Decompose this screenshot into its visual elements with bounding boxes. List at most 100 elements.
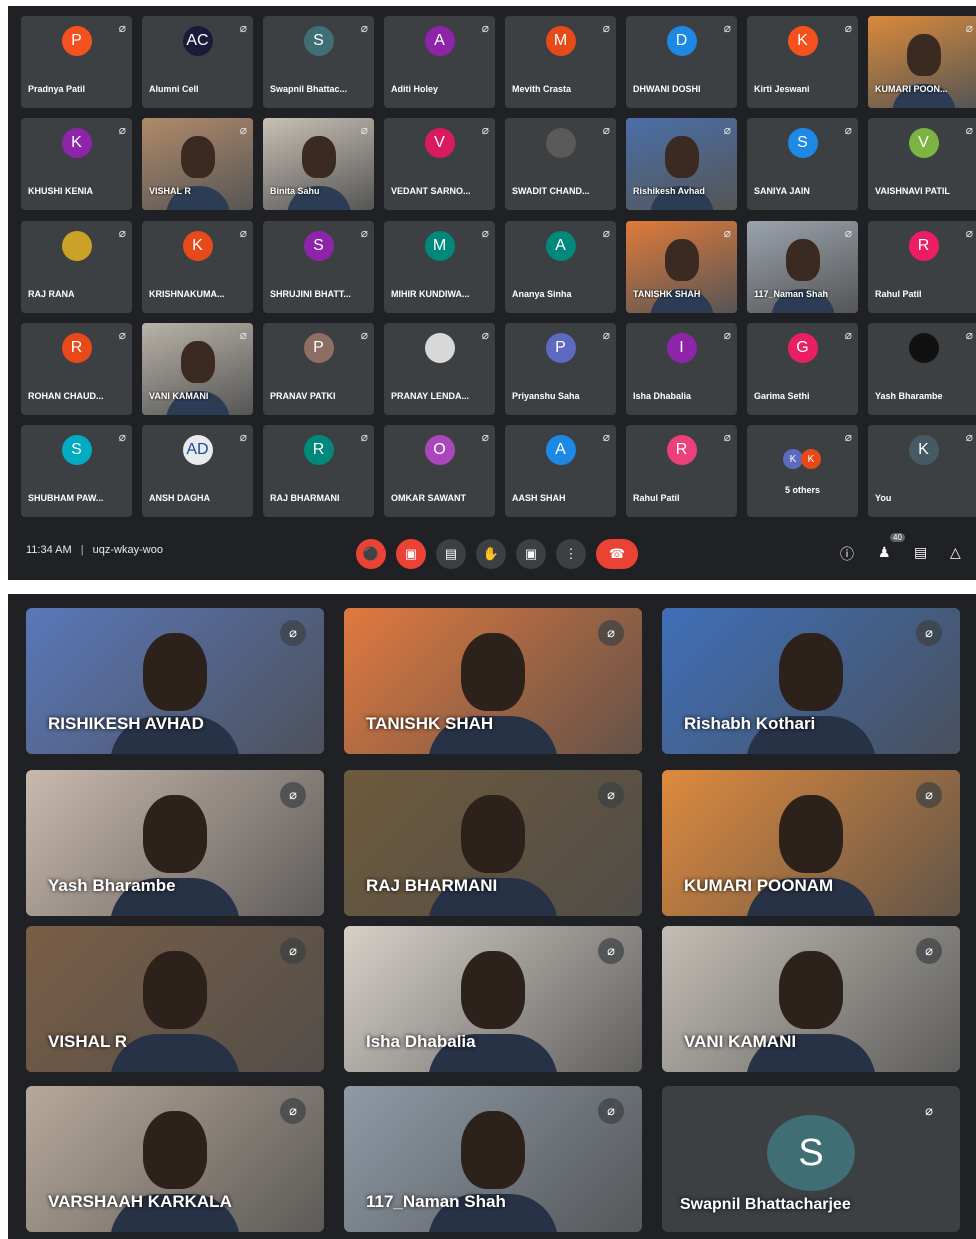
- participant-tile[interactable]: K ⌀ KRISHNAKUMA...: [142, 221, 253, 313]
- present-button[interactable]: ▣: [516, 539, 546, 569]
- participant-name: Isha Dhabalia: [366, 1032, 476, 1051]
- participant-tile[interactable]: S ⌀ Swapnil Bhattac...: [263, 16, 374, 108]
- participant-name: 117_Naman Shah: [754, 289, 829, 299]
- person-head: [143, 633, 207, 712]
- participant-tile[interactable]: R ⌀ RAJ BHARMANI: [263, 425, 374, 517]
- participant-tile[interactable]: ⌀ VISHAL R: [142, 118, 253, 210]
- present-icon: ▣: [524, 546, 538, 561]
- participant-tile[interactable]: A ⌀ Ananya Sinha: [505, 221, 616, 313]
- participant-avatar: R: [303, 434, 334, 465]
- participant-tile[interactable]: R ⌀ ROHAN CHAUD...: [21, 323, 132, 415]
- participant-video-tile[interactable]: ⌀ VANI KAMANI: [662, 926, 960, 1072]
- participant-tile[interactable]: S ⌀ SANIYA JAIN: [747, 118, 858, 210]
- participant-tile[interactable]: V ⌀ VEDANT SARNO...: [384, 118, 495, 210]
- participant-avatar: [908, 332, 939, 363]
- participant-tile[interactable]: ⌀ Rishikesh Avhad: [626, 118, 737, 210]
- participant-video-tile[interactable]: ⌀ Isha Dhabalia: [344, 926, 642, 1072]
- participant-tile[interactable]: ⌀ 117_Naman Shah: [747, 221, 858, 313]
- participant-video-tile[interactable]: ⌀ Yash Bharambe: [26, 770, 324, 916]
- mic-toggle-button[interactable]: ⚫: [356, 539, 386, 569]
- participant-avatar: A: [545, 230, 576, 261]
- participant-name: Garima Sethi: [754, 391, 810, 401]
- participant-tile[interactable]: V ⌀ VAISHNAVI PATIL: [868, 118, 976, 210]
- participant-tile[interactable]: K ⌀ You: [868, 425, 976, 517]
- mic-off-icon: ⚫: [362, 546, 380, 561]
- participant-video-tile[interactable]: ⌀ RAJ BHARMANI: [344, 770, 642, 916]
- participant-name: Rahul Patil: [633, 493, 680, 503]
- participant-tile[interactable]: M ⌀ Mevith Crasta: [505, 16, 616, 108]
- mic-muted-icon: ⌀: [844, 21, 852, 35]
- people-icon[interactable]: ♟: [878, 544, 891, 561]
- participant-tile[interactable]: I ⌀ Isha Dhabalia: [626, 323, 737, 415]
- captions-button[interactable]: ▤: [436, 539, 466, 569]
- participant-tile[interactable]: A ⌀ Aditi Holey: [384, 16, 495, 108]
- camera-toggle-button[interactable]: ▣: [396, 539, 426, 569]
- mic-muted-icon: ⌀: [916, 938, 942, 964]
- mic-muted-icon: ⌀: [481, 21, 489, 35]
- participant-tile[interactable]: K K ⌀ 5 others: [747, 425, 858, 517]
- participant-tile[interactable]: AC ⌀ Alumni Cell: [142, 16, 253, 108]
- info-icon[interactable]: ⓘ: [840, 544, 854, 564]
- participant-video-tile[interactable]: ⌀ RISHIKESH AVHAD: [26, 608, 324, 754]
- participant-tile[interactable]: P ⌀ Priyanshu Saha: [505, 323, 616, 415]
- participant-avatar: S: [61, 434, 92, 465]
- participant-tile[interactable]: ⌀ KUMARI POON...: [868, 16, 976, 108]
- participant-tile[interactable]: D ⌀ DHWANI DOSHI: [626, 16, 737, 108]
- activities-icon[interactable]: △: [950, 544, 961, 561]
- participant-tile[interactable]: M ⌀ MIHIR KUNDIWA...: [384, 221, 495, 313]
- participant-tile[interactable]: P ⌀ Pradnya Patil: [21, 16, 132, 108]
- mic-muted-icon: ⌀: [481, 328, 489, 342]
- participant-video-tile[interactable]: ⌀ KUMARI POONAM: [662, 770, 960, 916]
- participant-tile[interactable]: ⌀ PRANAY LENDA...: [384, 323, 495, 415]
- participant-tile[interactable]: ⌀ VANI KAMANI: [142, 323, 253, 415]
- participant-video-tile[interactable]: ⌀ TANISHK SHAH: [344, 608, 642, 754]
- person-head: [180, 340, 215, 383]
- participant-video-tile[interactable]: ⌀ Rishabh Kothari: [662, 608, 960, 754]
- participant-tile[interactable]: S ⌀ SHUBHAM PAW...: [21, 425, 132, 517]
- raise-hand-button[interactable]: ✋: [476, 539, 506, 569]
- participant-avatar: M: [424, 230, 455, 261]
- participant-avatar: S: [767, 1115, 855, 1192]
- mic-muted-icon: ⌀: [602, 328, 610, 342]
- people-count-badge: 40: [890, 533, 905, 542]
- participant-tile[interactable]: K ⌀ Kirti Jeswani: [747, 16, 858, 108]
- participant-avatar: V: [908, 127, 939, 158]
- participant-tile[interactable]: AD ⌀ ANSH DAGHA: [142, 425, 253, 517]
- participant-tile[interactable]: ⌀ TANISHK SHAH: [626, 221, 737, 313]
- participant-tile[interactable]: O ⌀ OMKAR SAWANT: [384, 425, 495, 517]
- participant-tile[interactable]: R ⌀ Rahul Patil: [868, 221, 976, 313]
- mic-muted-icon: ⌀: [916, 1098, 942, 1124]
- participant-tile[interactable]: K ⌀ KHUSHI KENIA: [21, 118, 132, 210]
- mic-muted-icon: ⌀: [360, 21, 368, 35]
- participant-tile[interactable]: ⌀ Yash Bharambe: [868, 323, 976, 415]
- person-head: [779, 951, 843, 1030]
- participant-tile[interactable]: R ⌀ Rahul Patil: [626, 425, 737, 517]
- participant-name: VARSHAAH KARKALA: [48, 1192, 232, 1211]
- mic-muted-icon: ⌀: [965, 226, 973, 240]
- participant-name: PRANAY LENDA...: [391, 391, 470, 401]
- participant-name: Rishabh Kothari: [684, 714, 816, 733]
- participant-name: SANIYA JAIN: [754, 186, 810, 196]
- participant-name: 5 others: [784, 485, 820, 495]
- mic-muted-icon: ⌀: [360, 226, 368, 240]
- participant-tile[interactable]: A ⌀ AASH SHAH: [505, 425, 616, 517]
- meeting-code: uqz-wkay-woo: [92, 544, 163, 556]
- participant-video-tile[interactable]: ⌀ VARSHAAH KARKALA: [26, 1086, 324, 1232]
- participant-tile[interactable]: ⌀ Binita Sahu: [263, 118, 374, 210]
- more-options-button[interactable]: ⋮: [556, 539, 586, 569]
- participant-video-tile[interactable]: S ⌀ Swapnil Bhattacharjee: [662, 1086, 960, 1232]
- participant-video-tile[interactable]: ⌀ 117_Naman Shah: [344, 1086, 642, 1232]
- mic-muted-icon: ⌀: [360, 328, 368, 342]
- participant-video-tile[interactable]: ⌀ VISHAL R: [26, 926, 324, 1072]
- chat-icon[interactable]: ▤: [914, 544, 927, 561]
- participant-tile[interactable]: G ⌀ Garima Sethi: [747, 323, 858, 415]
- participant-tile[interactable]: P ⌀ PRANAV PATKI: [263, 323, 374, 415]
- participant-tile[interactable]: S ⌀ SHRUJINI BHATT...: [263, 221, 374, 313]
- leave-call-button[interactable]: ☎: [596, 539, 638, 569]
- participant-name: Swapnil Bhattac...: [270, 84, 348, 94]
- participant-tile[interactable]: ⌀ SWADIT CHAND...: [505, 118, 616, 210]
- participant-tile[interactable]: ⌀ RAJ RANA: [21, 221, 132, 313]
- participant-avatar: D: [666, 25, 697, 56]
- participant-name: MIHIR KUNDIWA...: [391, 289, 470, 299]
- others-avatar: K: [801, 449, 821, 469]
